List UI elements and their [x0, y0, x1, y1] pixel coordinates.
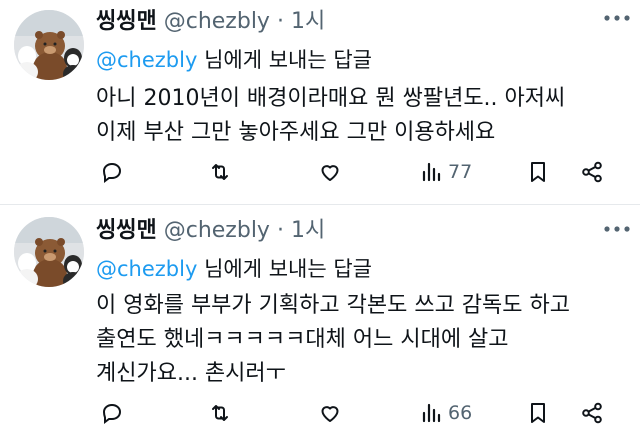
- tweet-actions: 77: [96, 158, 626, 186]
- bookmark-button[interactable]: [526, 399, 550, 427]
- avatar[interactable]: [14, 217, 84, 287]
- tweet-text-line: 출연도 했네ㅋㅋㅋㅋㅋ대체 어느 시대에 살고: [96, 327, 509, 352]
- reply-mention[interactable]: @chezbly: [96, 48, 197, 72]
- views-icon: [422, 403, 441, 423]
- more-icon[interactable]: [604, 14, 630, 22]
- reply-label: 님에게 보내는 답글: [197, 257, 372, 281]
- views-count: 66: [448, 402, 473, 424]
- tweet-text-line: 계신가요... 촌시러ㅜ: [96, 361, 286, 386]
- reply-button[interactable]: [100, 158, 124, 186]
- timestamp[interactable]: 1시: [291, 9, 325, 34]
- tweet-text-line: 이제 부산 그만 놓아주세요 그만 이용하세요: [96, 120, 496, 145]
- retweet-icon: [212, 405, 228, 421]
- tweet-text: 이 영화를 부부가 기획하고 각본도 쓰고 감독도 하고 출연도 했네ㅋㅋㅋㅋㅋ…: [96, 289, 610, 391]
- user-handle[interactable]: @chezbly: [164, 218, 270, 243]
- separator-dot: ·: [276, 218, 284, 243]
- retweet-icon: [212, 164, 228, 180]
- reply-icon: [102, 162, 122, 183]
- tweet-header: 씽씽맨 @chezbly · 1시: [96, 8, 325, 36]
- reply-context: @chezbly 님에게 보내는 답글: [96, 46, 372, 74]
- display-name[interactable]: 씽씽맨: [96, 218, 157, 243]
- like-icon: [321, 406, 339, 422]
- tweet[interactable]: 씽씽맨 @chezbly · 1시 @chezbly 님에게 보내는 답글 아니…: [0, 0, 640, 204]
- share-button[interactable]: [580, 158, 604, 186]
- views-count: 77: [448, 161, 473, 183]
- share-icon: [582, 402, 602, 424]
- like-button[interactable]: [318, 158, 342, 186]
- tweet-text-line: 이 영화를 부부가 기획하고 각본도 쓰고 감독도 하고: [96, 293, 570, 318]
- views-button[interactable]: 77: [420, 158, 472, 186]
- like-button[interactable]: [318, 399, 342, 427]
- user-handle[interactable]: @chezbly: [164, 9, 270, 34]
- retweet-button[interactable]: [208, 399, 232, 427]
- display-name[interactable]: 씽씽맨: [96, 9, 157, 34]
- more-icon[interactable]: [604, 225, 630, 233]
- retweet-button[interactable]: [208, 158, 232, 186]
- reply-button[interactable]: [100, 399, 124, 427]
- reply-mention[interactable]: @chezbly: [96, 257, 197, 281]
- like-icon: [321, 165, 339, 181]
- share-icon: [582, 161, 602, 183]
- views-button[interactable]: 66: [420, 399, 472, 427]
- share-button[interactable]: [580, 399, 604, 427]
- separator-dot: ·: [276, 9, 284, 34]
- tweet-actions: 66: [96, 399, 626, 427]
- bookmark-icon: [531, 162, 545, 182]
- reply-label: 님에게 보내는 답글: [197, 48, 372, 72]
- timestamp[interactable]: 1시: [291, 218, 325, 243]
- tweet[interactable]: 씽씽맨 @chezbly · 1시 @chezbly 님에게 보내는 답글 이 …: [0, 204, 640, 444]
- views-icon: [422, 162, 441, 182]
- avatar[interactable]: [14, 10, 84, 80]
- tweet-text-line: 아니 2010년이 배경이라매요 뭔 쌍팔년도.. 아저씨: [96, 86, 566, 111]
- reply-context: @chezbly 님에게 보내는 답글: [96, 255, 372, 283]
- tweet-header: 씽씽맨 @chezbly · 1시: [96, 217, 325, 245]
- bookmark-button[interactable]: [526, 158, 550, 186]
- bookmark-icon: [531, 403, 545, 423]
- reply-icon: [102, 403, 122, 424]
- tweet-text: 아니 2010년이 배경이라매요 뭔 쌍팔년도.. 아저씨 이제 부산 그만 놓…: [96, 82, 610, 150]
